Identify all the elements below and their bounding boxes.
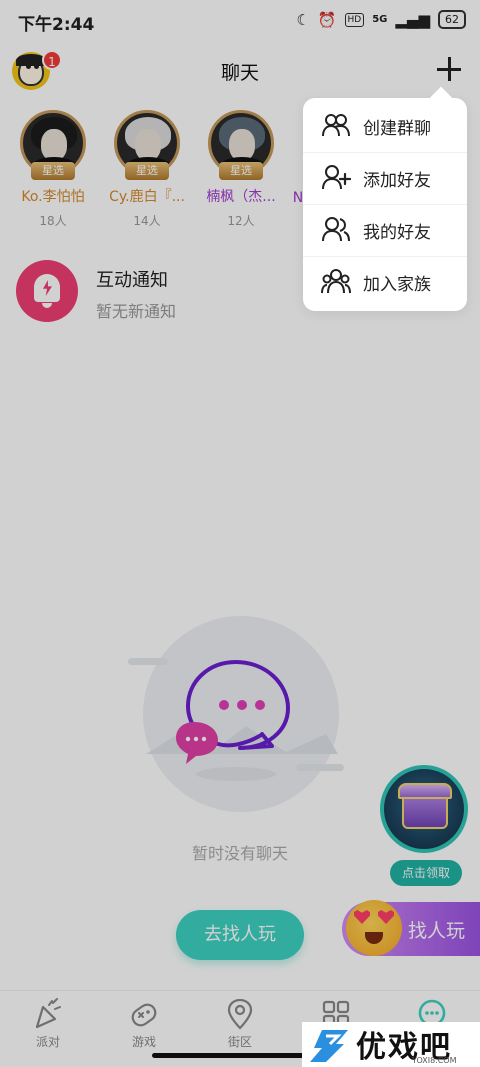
brand-logo-icon xyxy=(310,1030,348,1062)
menu-item-create-group[interactable]: 创建群聊 xyxy=(303,100,467,152)
group-icon xyxy=(322,114,350,137)
add-friend-icon xyxy=(322,165,351,190)
menu-label: 加入家族 xyxy=(363,275,431,295)
menu-label: 创建群聊 xyxy=(363,119,431,139)
menu-item-my-friends[interactable]: 我的好友 xyxy=(303,204,467,256)
menu-item-join-family[interactable]: 加入家族 xyxy=(303,256,467,308)
menu-label: 添加好友 xyxy=(363,171,431,191)
menu-item-add-friend[interactable]: 添加好友 xyxy=(303,152,467,204)
friends-icon xyxy=(322,217,350,242)
menu-label: 我的好友 xyxy=(363,223,431,243)
watermark-url: YOXI8.COM xyxy=(412,1056,457,1065)
plus-dropdown-menu: 创建群聊 添加好友 我的好友 加入家族 xyxy=(303,98,467,311)
site-watermark: 优戏吧 YOXI8.COM xyxy=(302,1022,480,1067)
family-icon xyxy=(321,269,351,294)
